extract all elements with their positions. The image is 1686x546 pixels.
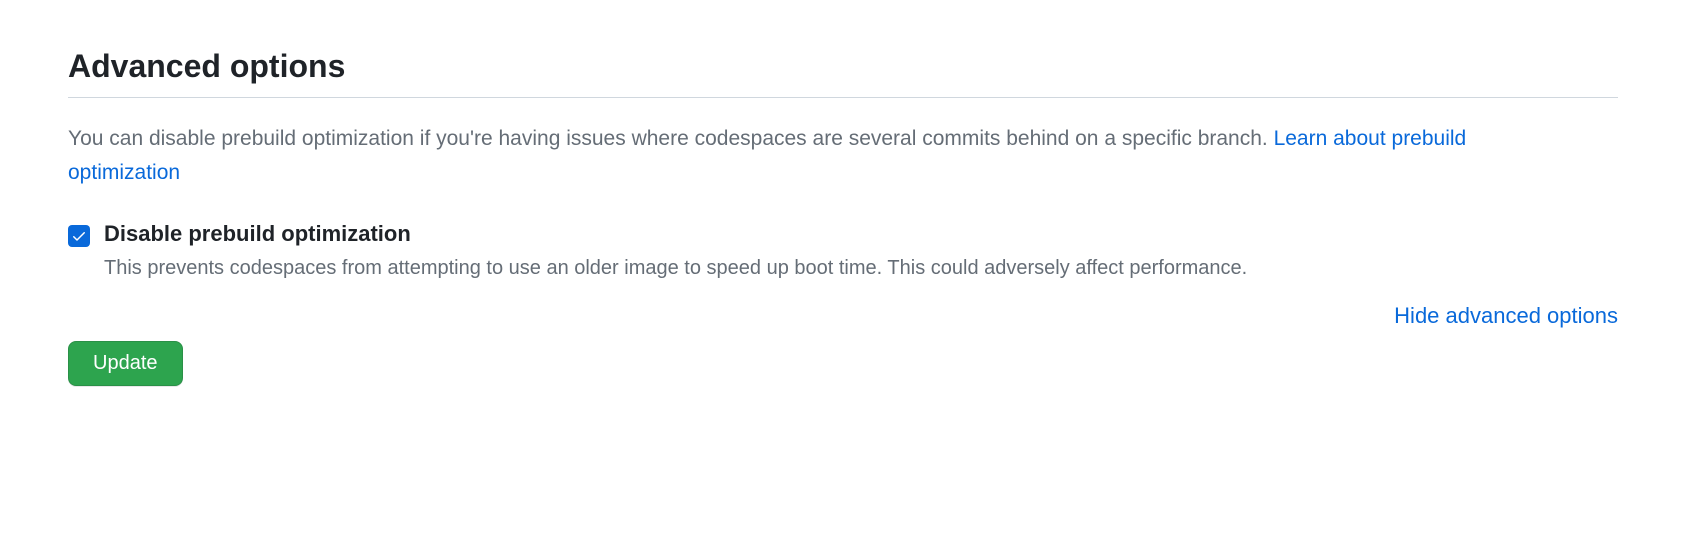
disable-prebuild-checkbox[interactable] — [68, 225, 90, 247]
hide-advanced-options-link[interactable]: Hide advanced options — [1394, 303, 1618, 329]
checkbox-label: Disable prebuild optimization — [104, 221, 1618, 247]
disable-prebuild-option: Disable prebuild optimization This preve… — [68, 221, 1618, 283]
checkbox-help-text: This prevents codespaces from attempting… — [104, 253, 1618, 283]
checkmark-icon — [71, 228, 87, 244]
checkbox-content: Disable prebuild optimization This preve… — [104, 221, 1618, 283]
section-description: You can disable prebuild optimization if… — [68, 122, 1468, 189]
update-button[interactable]: Update — [68, 341, 183, 386]
description-text: You can disable prebuild optimization if… — [68, 127, 1274, 150]
section-title: Advanced options — [68, 48, 1618, 98]
toggle-row: Hide advanced options — [68, 303, 1618, 329]
